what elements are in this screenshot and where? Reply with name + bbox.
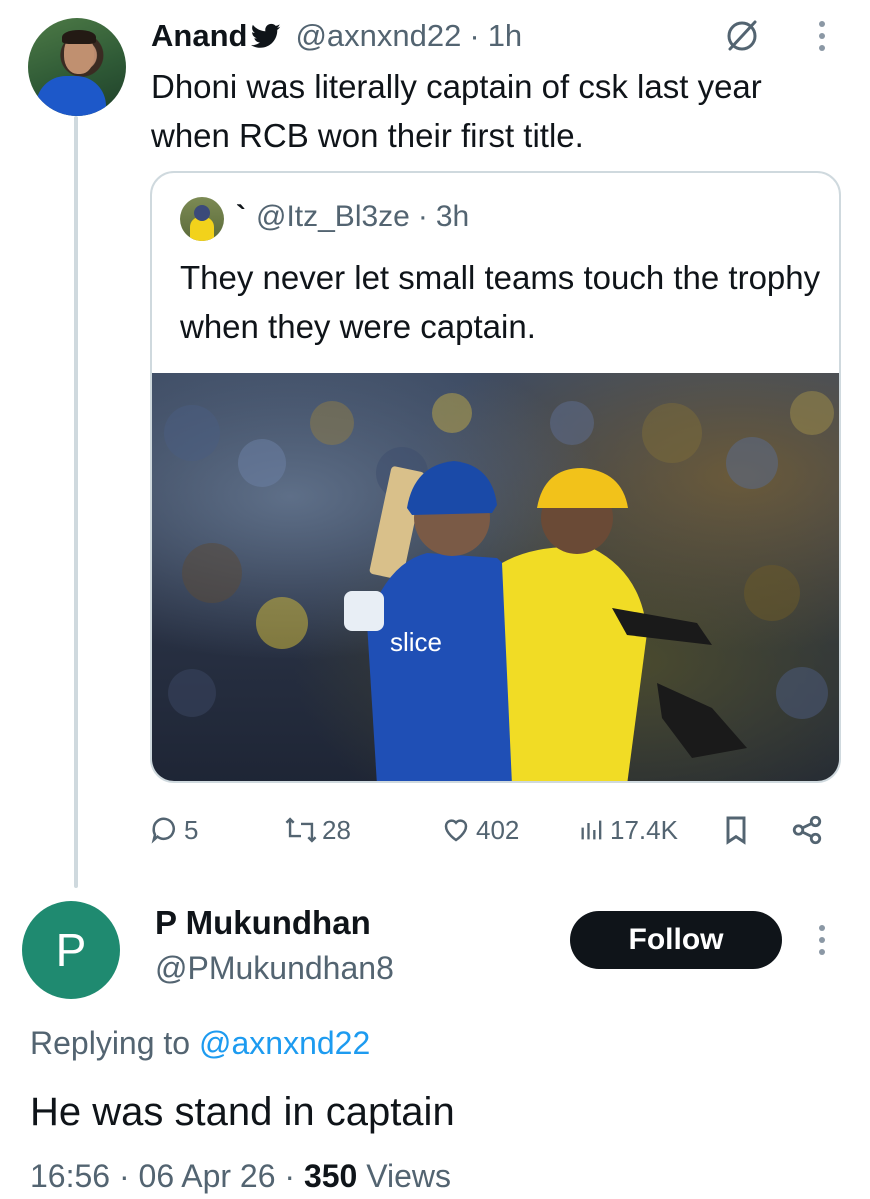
- reply-author-handle[interactable]: @PMukundhan8: [155, 950, 394, 987]
- quoted-tweet-time[interactable]: 3h: [436, 200, 469, 234]
- reply-time[interactable]: 16:56: [30, 1158, 110, 1194]
- heart-icon: [444, 819, 468, 842]
- meta-separator-1: ·: [118, 1158, 130, 1194]
- reply-text: He was stand in captain: [30, 1090, 455, 1134]
- meta-separator-2: ·: [284, 1158, 296, 1194]
- grok-icon[interactable]: [722, 16, 762, 56]
- views-action[interactable]: 17.4K: [578, 805, 678, 855]
- quoted-tweet-header: ` @Itz_Bl3ze · 3h: [236, 195, 469, 239]
- tweet-action-bar: 5 28 402 17.4K: [150, 805, 840, 855]
- tweet-header: Anand @axnxnd22 · 1h: [151, 16, 522, 56]
- bird-icon: [251, 23, 281, 48]
- share-icon: [792, 815, 822, 845]
- thread-connector-line: [74, 116, 78, 888]
- jersey-sponsor-text: slice: [390, 627, 442, 657]
- bookmark-icon: [726, 816, 746, 845]
- reply-views-label: Views: [366, 1158, 452, 1194]
- author-avatar[interactable]: [28, 18, 126, 116]
- retweet-count: 28: [322, 814, 351, 845]
- retweet-action[interactable]: 28: [284, 805, 351, 855]
- follow-button[interactable]: Follow: [570, 911, 782, 969]
- analytics-icon: [581, 820, 602, 840]
- tweet-text: Dhoni was literally captain of csk last …: [151, 68, 762, 154]
- tweet-time[interactable]: 1h: [488, 18, 522, 54]
- replying-handle-link[interactable]: @axnxnd22: [199, 1025, 370, 1061]
- share-action[interactable]: [790, 805, 828, 855]
- reply-count: 5: [184, 814, 199, 845]
- replying-prefix: Replying to: [30, 1025, 191, 1061]
- views-count: 17.4K: [610, 814, 678, 845]
- reply-more-options-icon[interactable]: [812, 922, 832, 958]
- reply-action[interactable]: 5: [150, 805, 198, 855]
- reply-author-avatar[interactable]: P: [22, 901, 120, 999]
- more-options-icon[interactable]: [812, 18, 832, 54]
- quoted-tweet-image[interactable]: slice: [152, 373, 841, 783]
- header-separator: ·: [469, 18, 480, 53]
- quoted-tweet[interactable]: ` @Itz_Bl3ze · 3h They never let small t…: [150, 171, 841, 783]
- quoted-tweet-text: They never let small teams touch the tro…: [180, 259, 821, 345]
- like-action[interactable]: 402: [440, 805, 519, 855]
- retweet-icon: [285, 817, 317, 843]
- author-handle[interactable]: @axnxnd22: [295, 18, 461, 54]
- quoted-author-avatar[interactable]: [180, 197, 224, 241]
- reply-date[interactable]: 06 Apr 26: [139, 1158, 276, 1194]
- replying-to: Replying to @axnxnd22: [30, 1025, 370, 1062]
- quoted-header-separator: ·: [417, 200, 428, 233]
- reply-metadata: 16:56 · 06 Apr 26 · 350 Views: [30, 1158, 451, 1195]
- like-count: 402: [476, 814, 520, 845]
- quoted-author-name[interactable]: `: [236, 200, 246, 234]
- reply-views-count: 350: [303, 1158, 358, 1194]
- reply-icon: [151, 817, 175, 844]
- author-name[interactable]: Anand: [151, 18, 247, 54]
- quoted-author-handle[interactable]: @Itz_Bl3ze: [256, 200, 410, 234]
- bookmark-action[interactable]: [720, 805, 756, 855]
- reply-author-name[interactable]: P Mukundhan: [155, 904, 371, 942]
